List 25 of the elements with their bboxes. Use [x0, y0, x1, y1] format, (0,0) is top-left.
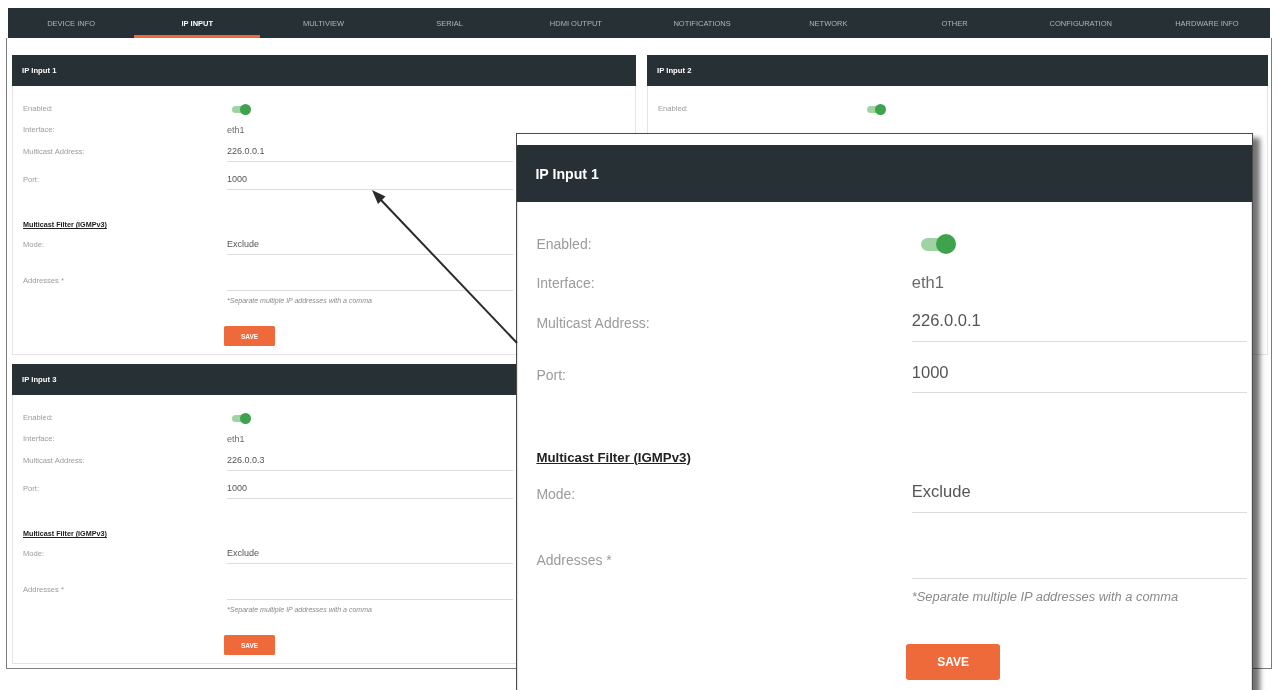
field-label: Enabled: — [536, 234, 592, 254]
field-label: Interface: — [536, 273, 595, 293]
toggle-switch[interactable] — [231, 412, 251, 424]
field-value: eth1 — [911, 271, 944, 294]
input-field[interactable]: 226.0.0.1 — [911, 303, 1248, 342]
toggle-switch[interactable] — [919, 234, 956, 255]
input-field[interactable]: 226.0.0.1 — [227, 141, 513, 162]
field-value: eth1 — [227, 433, 245, 446]
toggle-switch[interactable] — [866, 103, 886, 115]
input-field[interactable]: Exclude — [227, 234, 513, 255]
input-field[interactable]: 1000 — [911, 354, 1248, 394]
input-field[interactable]: Exclude — [911, 474, 1248, 513]
field-label: Port: — [536, 365, 566, 385]
panel-header: IP Input 1 — [517, 145, 1252, 203]
toggle-switch[interactable] — [231, 103, 251, 115]
help-text: *Separate multiple IP addresses with a comma — [911, 588, 1179, 607]
field-value: eth1 — [227, 124, 245, 137]
field-label: Mode: — [536, 485, 576, 505]
input-field[interactable]: 1000 — [227, 169, 513, 190]
field-label: Multicast Address: — [536, 314, 650, 334]
input-field[interactable]: 1000 — [227, 478, 513, 499]
section-heading: Multicast Filter (IGMPv3) — [536, 448, 691, 467]
field-label: Addresses * — [536, 551, 612, 571]
input-field[interactable]: Exclude — [227, 543, 513, 564]
input-field[interactable]: 226.0.0.3 — [227, 450, 513, 471]
